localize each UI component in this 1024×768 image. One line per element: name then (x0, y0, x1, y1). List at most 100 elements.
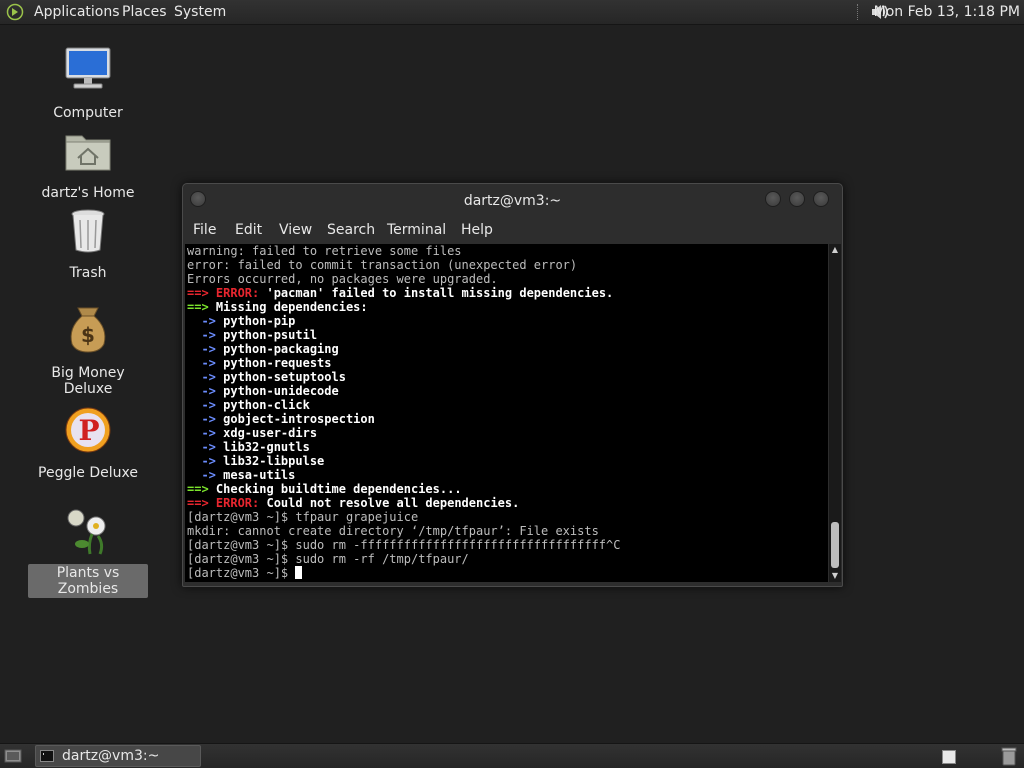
terminal-line: warning: failed to retrieve some files (185, 244, 828, 258)
desktop-icon-label: Big Money Deluxe (51, 365, 125, 397)
terminal-text: warning: failed to retrieve some files (187, 244, 462, 258)
money-bag-icon: $ (70, 307, 106, 353)
maximize-button[interactable] (789, 191, 805, 207)
desktop-icon-label: Computer (53, 105, 123, 121)
bottom-panel: dartz@vm3:~ (0, 743, 1024, 768)
terminal-line: -> python-unidecode (185, 384, 828, 398)
terminal-text: gobject-introspection (223, 412, 375, 426)
home-folder-icon (65, 135, 111, 171)
taskbar-item-terminal[interactable]: dartz@vm3:~ (35, 745, 201, 767)
terminal-text: -> (187, 412, 224, 426)
terminal-text: -> (187, 342, 224, 356)
terminal-text: -> (187, 440, 224, 454)
desktop-icon-big-money[interactable]: $ Big Money Deluxe (28, 304, 148, 398)
terminal-text: [dartz@vm3 ~]$ (187, 566, 296, 580)
terminal-line: [dartz@vm3 ~]$ sudo rm -rf /tmp/tfpaur/ (185, 552, 828, 566)
clock[interactable]: Mon Feb 13, 1:18 PM (874, 4, 1020, 20)
workspace-switcher[interactable] (942, 750, 956, 764)
terminal-text: 'pacman' failed to install missing depen… (266, 286, 614, 300)
trash-icon (71, 209, 105, 253)
terminal-line: [dartz@vm3 ~]$ sudo rm -ffffffffffffffff… (185, 538, 828, 552)
show-desktop-icon[interactable] (4, 747, 22, 765)
desktop-icon-label: Peggle Deluxe (38, 465, 138, 481)
terminal-line: [dartz@vm3 ~]$ tfpaur grapejuice (185, 510, 828, 524)
terminal-text: ==> (187, 286, 216, 300)
terminal-line: ==> Checking buildtime dependencies... (185, 482, 828, 496)
distro-logo-icon[interactable] (6, 3, 24, 21)
terminal-text: -> (187, 370, 224, 384)
desktop-icon-plants-vs-zombies[interactable]: Plants vs Zombies (28, 504, 148, 598)
desktop-icon-computer[interactable]: Computer (28, 44, 148, 122)
terminal-text: python-click (223, 398, 310, 412)
desktop-icon-label: Plants vs Zombies (28, 564, 148, 598)
computer-icon (65, 47, 111, 89)
terminal-text: ==> (187, 300, 216, 314)
terminal-line: -> python-pip (185, 314, 828, 328)
menu-terminal[interactable]: Terminal (387, 222, 446, 238)
close-button[interactable] (813, 191, 829, 207)
terminal-text: [dartz@vm3 ~]$ sudo rm -ffffffffffffffff… (187, 538, 621, 552)
scroll-down-arrow-icon[interactable]: ▼ (829, 570, 841, 582)
peggle-icon: P (65, 407, 111, 453)
applications-menu[interactable]: Applications (34, 4, 120, 20)
svg-text:$: $ (81, 323, 95, 347)
terminal-text: -> (187, 314, 224, 328)
menu-search[interactable]: Search (327, 222, 375, 238)
terminal-icon (40, 750, 54, 762)
terminal-line: -> python-packaging (185, 342, 828, 356)
terminal-line: [dartz@vm3 ~]$ (185, 566, 828, 580)
taskbar-item-label: dartz@vm3:~ (62, 748, 160, 764)
terminal-text: [dartz@vm3 ~]$ tfpaur grapejuice (187, 510, 419, 524)
terminal-text: -> (187, 398, 224, 412)
terminal-text: -> (187, 356, 224, 370)
terminal-line: -> gobject-introspection (185, 412, 828, 426)
terminal-text: ==> (187, 496, 216, 510)
terminal-text: Missing dependencies: (215, 300, 368, 314)
terminal-output[interactable]: warning: failed to retrieve some files er… (185, 244, 828, 582)
terminal-window[interactable]: dartz@vm3:~ File Edit View Search Termin… (182, 183, 843, 587)
terminal-line: -> mesa-utils (185, 468, 828, 482)
terminal-text: -> (187, 426, 224, 440)
terminal-line: -> lib32-libpulse (185, 454, 828, 468)
top-panel: Applications Places System Mon Feb 13, 1… (0, 0, 1024, 25)
terminal-scrollbar[interactable]: ▲ ▼ (829, 244, 841, 582)
scrollbar-thumb[interactable] (831, 522, 839, 568)
terminal-text: -> (187, 384, 224, 398)
plants-vs-zombies-icon (67, 509, 106, 555)
terminal-text: python-requests (223, 356, 332, 370)
menu-file[interactable]: File (193, 222, 216, 238)
desktop-icon-trash[interactable]: Trash (28, 204, 148, 282)
terminal-line: ==> ERROR: 'pacman' failed to install mi… (185, 286, 828, 300)
terminal-line: mkdir: cannot create directory ‘/tmp/tfp… (185, 524, 828, 538)
desktop-icon-peggle[interactable]: P Peggle Deluxe (28, 404, 148, 482)
terminal-line: -> python-click (185, 398, 828, 412)
trash-applet-icon[interactable] (1000, 746, 1018, 766)
desktop-icon-label: dartz's Home (41, 185, 135, 201)
scroll-up-arrow-icon[interactable]: ▲ (829, 244, 841, 256)
window-title: dartz@vm3:~ (463, 193, 562, 209)
terminal-menubar: File Edit View Search Terminal Help (183, 218, 842, 244)
terminal-line: -> xdg-user-dirs (185, 426, 828, 440)
terminal-line: ==> ERROR: Could not resolve all depende… (185, 496, 828, 510)
menu-edit[interactable]: Edit (235, 222, 262, 238)
desktop-icon-home[interactable]: dartz's Home (28, 124, 148, 202)
terminal-text: error: failed to commit transaction (une… (187, 258, 578, 272)
menu-view[interactable]: View (279, 222, 312, 238)
terminal-text: -> (187, 454, 224, 468)
terminal-text: ==> (187, 482, 216, 496)
terminal-text: lib32-gnutls (223, 440, 310, 454)
places-menu[interactable]: Places (122, 4, 167, 20)
terminal-text: xdg-user-dirs (223, 426, 318, 440)
terminal-text: mkdir: cannot create directory ‘/tmp/tfp… (187, 524, 599, 538)
terminal-text: -> (187, 468, 224, 482)
terminal-text: python-pip (223, 314, 296, 328)
minimize-button[interactable] (765, 191, 781, 207)
terminal-line: Errors occurred, no packages were upgrad… (185, 272, 828, 286)
terminal-cursor (295, 566, 303, 579)
terminal-text: ERROR: (215, 286, 267, 300)
system-menu[interactable]: System (174, 4, 226, 20)
menu-help[interactable]: Help (461, 222, 493, 238)
window-titlebar[interactable]: dartz@vm3:~ (183, 184, 842, 218)
terminal-text: Could not resolve all dependencies. (266, 496, 520, 510)
terminal-line: -> python-requests (185, 356, 828, 370)
